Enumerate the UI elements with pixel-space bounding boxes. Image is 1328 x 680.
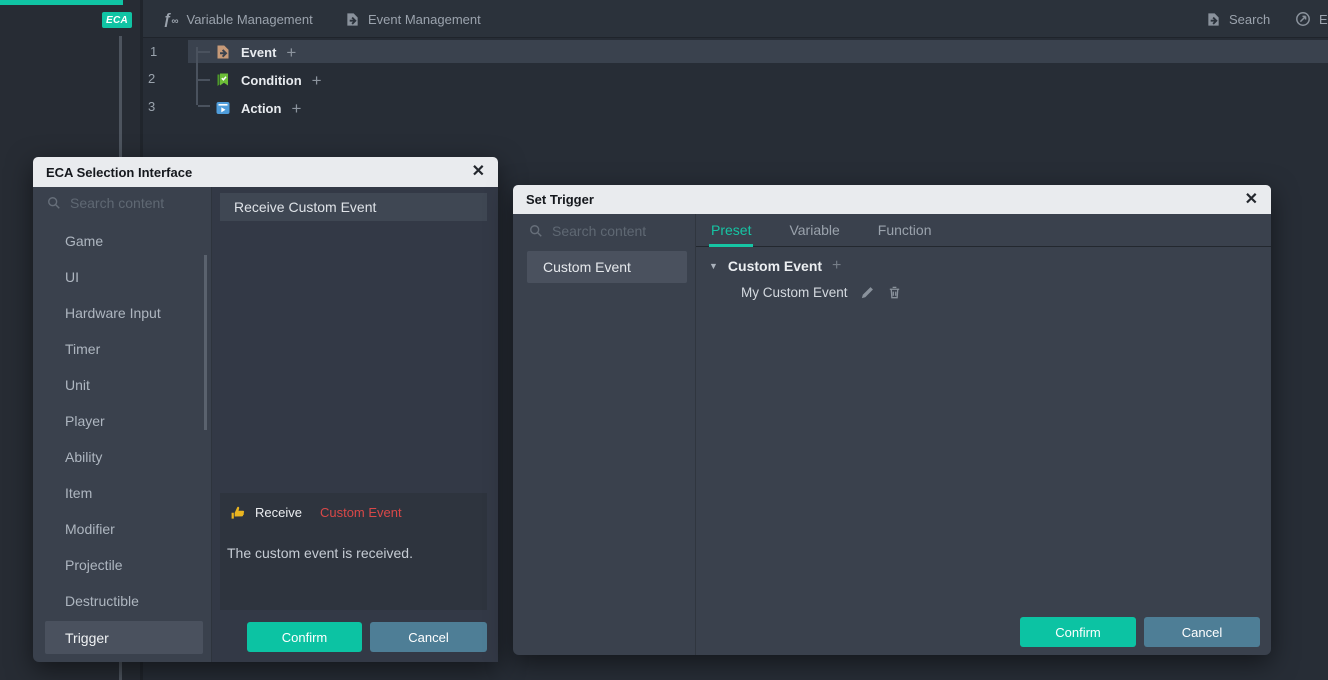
hand-icon bbox=[231, 506, 245, 519]
event-row[interactable]: Event + bbox=[215, 41, 296, 63]
category-list-scrollbar[interactable] bbox=[204, 255, 207, 430]
st-search-input[interactable] bbox=[552, 223, 672, 239]
st-cancel-button[interactable]: Cancel bbox=[1144, 617, 1260, 647]
category-item-projectile[interactable]: Projectile bbox=[33, 547, 211, 583]
tree-connector bbox=[198, 51, 210, 53]
add-action-button[interactable]: + bbox=[291, 100, 301, 117]
search-doc-icon bbox=[1208, 12, 1219, 26]
st-tab-bar: Preset Variable Function bbox=[696, 214, 1271, 247]
set-trigger-title: Set Trigger bbox=[526, 192, 594, 207]
event-management-label: Event Management bbox=[368, 11, 481, 27]
eca-search-box[interactable] bbox=[47, 195, 190, 211]
panel-divider bbox=[695, 214, 696, 655]
action-row-label: Action bbox=[241, 100, 282, 116]
line-number: 1 bbox=[150, 44, 158, 59]
topbar: ƒ∞ Variable Management Event Management … bbox=[143, 0, 1328, 38]
tree-connector bbox=[198, 79, 210, 81]
eca-search-input[interactable] bbox=[70, 195, 190, 211]
set-trigger-dialog: Set Trigger ✕ Custom Event Preset Variab… bbox=[513, 185, 1271, 655]
line-number: 2 bbox=[148, 71, 156, 86]
eca-badge[interactable]: ECA bbox=[102, 12, 132, 28]
st-confirm-button[interactable]: Confirm bbox=[1020, 617, 1136, 647]
truncated-label: E bbox=[1319, 11, 1328, 27]
condition-row[interactable]: Condition + bbox=[215, 69, 322, 91]
event-icon bbox=[217, 45, 229, 59]
event-row-label: Event bbox=[241, 44, 277, 60]
condition-icon bbox=[217, 73, 228, 86]
search-icon bbox=[530, 225, 542, 237]
variable-management-label: Variable Management bbox=[186, 11, 313, 27]
category-item-destructible[interactable]: Destructible bbox=[33, 583, 211, 619]
action-icon bbox=[216, 102, 230, 114]
event-doc-icon bbox=[347, 12, 358, 26]
caret-down-icon[interactable]: ▼ bbox=[709, 261, 718, 271]
category-item-ui[interactable]: UI bbox=[33, 259, 211, 295]
fx-icon: ƒ∞ bbox=[163, 10, 179, 28]
accent-strip bbox=[0, 0, 123, 5]
tree-connector bbox=[198, 105, 210, 107]
edit-pencil-icon[interactable] bbox=[860, 285, 875, 300]
panel-divider bbox=[211, 187, 212, 662]
tree-item-label: My Custom Event bbox=[741, 285, 848, 300]
detail-keyword: Receive bbox=[255, 505, 302, 520]
category-item-unit[interactable]: Unit bbox=[33, 367, 211, 403]
add-event-button[interactable]: + bbox=[286, 44, 296, 61]
delete-trash-icon[interactable] bbox=[887, 285, 902, 300]
detail-panel: Receive Custom Event The custom event is… bbox=[220, 493, 487, 610]
condition-row-label: Condition bbox=[241, 72, 302, 88]
selected-row-highlight bbox=[188, 40, 1328, 63]
detail-description: The custom event is received. bbox=[227, 545, 413, 561]
eca-selection-dialog: ECA Selection Interface ✕ Game UI Hardwa… bbox=[33, 157, 498, 662]
result-item-receive-custom-event[interactable]: Receive Custom Event bbox=[220, 193, 487, 221]
tree-group-custom-event[interactable]: ▼ Custom Event + bbox=[709, 258, 841, 275]
detail-param-link[interactable]: Custom Event bbox=[320, 505, 402, 520]
category-item-ability[interactable]: Ability bbox=[33, 439, 211, 475]
tree-item-my-custom-event[interactable]: My Custom Event bbox=[741, 285, 902, 300]
add-condition-button[interactable]: + bbox=[312, 72, 322, 89]
eca-dialog-title: ECA Selection Interface bbox=[46, 164, 193, 180]
tab-preset[interactable]: Preset bbox=[708, 214, 754, 247]
topbar-truncated-item[interactable]: E bbox=[1295, 0, 1328, 38]
tab-variable-management[interactable]: ƒ∞ Variable Management bbox=[163, 0, 313, 38]
close-icon[interactable]: ✕ bbox=[472, 164, 485, 180]
category-item-trigger[interactable]: Trigger bbox=[45, 621, 203, 654]
topbar-search[interactable]: Search bbox=[1206, 0, 1270, 38]
tab-event-management[interactable]: Event Management bbox=[345, 0, 481, 38]
line-number: 3 bbox=[148, 99, 156, 114]
refresh-circle-icon bbox=[1296, 12, 1310, 26]
close-icon[interactable]: ✕ bbox=[1245, 191, 1258, 208]
category-item-player[interactable]: Player bbox=[33, 403, 211, 439]
tree-group-label: Custom Event bbox=[727, 258, 823, 274]
category-item-modifier[interactable]: Modifier bbox=[33, 511, 211, 547]
search-icon bbox=[48, 197, 60, 209]
eca-confirm-button[interactable]: Confirm bbox=[247, 622, 362, 652]
eca-dialog-titlebar[interactable]: ECA Selection Interface ✕ bbox=[33, 157, 498, 187]
st-search-box[interactable] bbox=[529, 223, 672, 239]
search-label: Search bbox=[1229, 11, 1271, 27]
eca-cancel-button[interactable]: Cancel bbox=[370, 622, 487, 652]
category-item-timer[interactable]: Timer bbox=[33, 331, 211, 367]
add-custom-event-button[interactable]: + bbox=[832, 258, 841, 274]
category-item-game[interactable]: Game bbox=[33, 223, 211, 259]
category-item-hardware-input[interactable]: Hardware Input bbox=[33, 295, 211, 331]
tab-variable[interactable]: Variable bbox=[789, 214, 839, 247]
category-item-item[interactable]: Item bbox=[33, 475, 211, 511]
set-trigger-titlebar[interactable]: Set Trigger ✕ bbox=[513, 185, 1271, 214]
list-item-custom-event[interactable]: Custom Event bbox=[527, 251, 687, 283]
action-row[interactable]: Action + bbox=[215, 97, 301, 119]
tab-function[interactable]: Function bbox=[878, 214, 932, 247]
tree-connector bbox=[196, 47, 198, 105]
